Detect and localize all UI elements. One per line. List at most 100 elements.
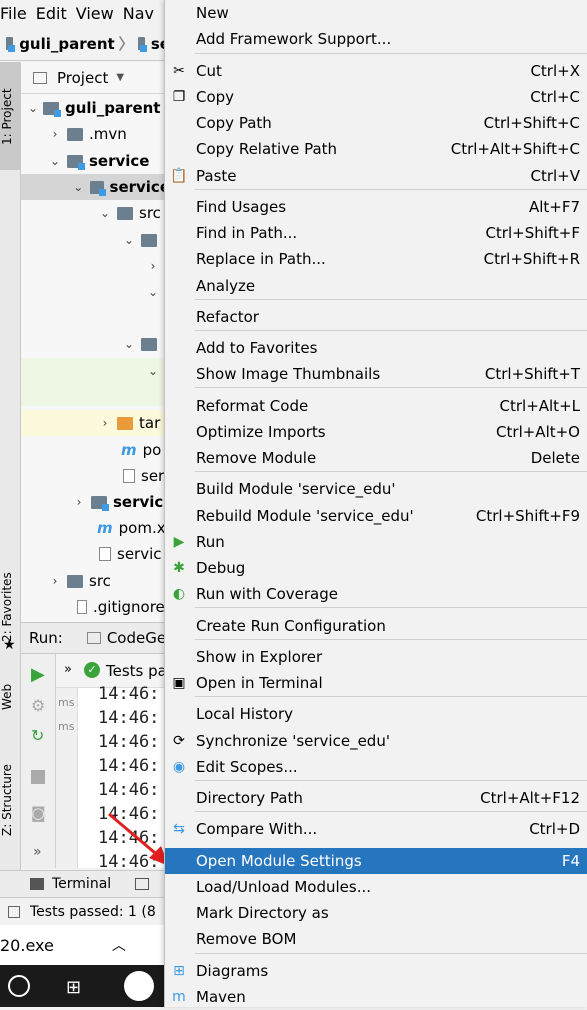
- search-circle-icon[interactable]: [8, 975, 30, 997]
- menu-item-edit-scopes[interactable]: ◉ Edit Scopes...: [165, 754, 587, 780]
- tab-web[interactable]: Web: [0, 677, 21, 717]
- console-line: 14:46:: [98, 756, 160, 776]
- menu-item-copy-relative-path[interactable]: Copy Relative Path Ctrl+Alt+Shift+C: [165, 136, 587, 162]
- download-file-name[interactable]: 20.exe: [0, 936, 54, 955]
- menu-item-copy[interactable]: ❐ Copy Ctrl+C: [165, 84, 587, 110]
- debug-icon[interactable]: ⚙: [31, 696, 45, 715]
- more-icon[interactable]: »: [33, 844, 42, 860]
- menu-item-label: Reformat Code: [196, 397, 309, 415]
- menu-item-new[interactable]: New›: [165, 0, 587, 26]
- menu-item-add-to-favorites[interactable]: Add to Favorites›: [165, 335, 587, 361]
- status-icon[interactable]: [8, 905, 20, 918]
- task-view-icon[interactable]: ⊞: [66, 977, 81, 998]
- debug-icon: ✱: [173, 560, 185, 576]
- menu-item-load-unload-modules[interactable]: Load/Unload Modules...: [165, 874, 587, 900]
- menu-item-label: Run with Coverage: [196, 585, 338, 603]
- menu-item-paste[interactable]: 📋 Paste Ctrl+V: [165, 163, 587, 189]
- menu-item-label: Directory Path: [196, 789, 303, 807]
- tree-row-highlight[interactable]: ⌄: [21, 358, 170, 406]
- menu-item-run[interactable]: ▶Run›: [165, 529, 587, 555]
- stop-icon[interactable]: [31, 770, 45, 784]
- tree-row[interactable]: m pom.x: [21, 515, 170, 541]
- tree-row[interactable]: ⌄ guli_parent: [21, 95, 170, 121]
- module-folder-icon: [6, 37, 16, 52]
- duration-gutter: [56, 688, 78, 868]
- menu-item-refactor[interactable]: Refactor›: [165, 304, 587, 330]
- project-title[interactable]: Project: [57, 69, 108, 87]
- chevron-right-icon: 〉: [118, 35, 134, 53]
- run-tab[interactable]: CodeGe: [107, 629, 166, 647]
- tree-row[interactable]: ⌄: [21, 331, 170, 357]
- tree-row[interactable]: ⌄ service: [21, 148, 170, 174]
- tree-row[interactable]: › servic: [21, 489, 170, 515]
- menu-item-shortcut: Delete: [530, 449, 580, 467]
- tree-row[interactable]: ser: [21, 463, 170, 489]
- menu-item-cut[interactable]: ✂ Cut Ctrl+X: [165, 58, 587, 84]
- tree-row[interactable]: servic: [21, 541, 170, 567]
- menu-item-compare-with[interactable]: ⇆ Compare With... Ctrl+D: [165, 816, 587, 842]
- tree-row[interactable]: ›: [21, 253, 170, 279]
- menu-item-maven[interactable]: mMaven›: [165, 984, 587, 1010]
- tree-row[interactable]: › .mvn: [21, 121, 170, 147]
- menu-item-show-image-thumbnails[interactable]: Show Image Thumbnails Ctrl+Shift+T: [165, 361, 587, 387]
- menu-item-mark-directory-as[interactable]: Mark Directory as›: [165, 900, 587, 926]
- menu-item-directory-path[interactable]: Directory Path Ctrl+Alt+F12: [165, 785, 587, 811]
- menu-item-label: Mark Directory as: [196, 904, 329, 922]
- menu-item-show-in-explorer[interactable]: Show in Explorer: [165, 644, 587, 670]
- menu-item-remove-bom[interactable]: Remove BOM: [165, 926, 587, 952]
- menu-item-run-with-coverage[interactable]: ◐Run with Coverage›: [165, 581, 587, 607]
- breadcrumb-root[interactable]: guli_parent: [19, 35, 114, 53]
- menu-item-build-module-service-edu[interactable]: Build Module 'service_edu': [165, 476, 587, 502]
- menu-item-copy-path[interactable]: Copy Path Ctrl+Shift+C: [165, 110, 587, 136]
- menu-item-label: Find in Path...: [196, 224, 298, 242]
- menu-item-analyze[interactable]: Analyze›: [165, 273, 587, 299]
- tree-row[interactable]: ⌄: [21, 227, 170, 253]
- menu-item-reformat-code[interactable]: Reformat Code Ctrl+Alt+L: [165, 393, 587, 419]
- menu-separator: [195, 811, 587, 812]
- menu-item-synchronize-service-edu[interactable]: ⟳ Synchronize 'service_edu': [165, 728, 587, 754]
- menu-item-shortcut: Ctrl+Shift+T: [484, 365, 580, 383]
- tree-row[interactable]: m po: [21, 437, 170, 463]
- menu-item-label: Optimize Imports: [196, 423, 326, 441]
- menu-item-open-module-settings[interactable]: Open Module Settings F4: [165, 848, 587, 874]
- rerun-failed-icon[interactable]: ↻: [31, 726, 44, 745]
- menu-item-debug[interactable]: ✱Debug›: [165, 555, 587, 581]
- app-icon[interactable]: [124, 971, 154, 1001]
- menu-item-optimize-imports[interactable]: Optimize Imports Ctrl+Alt+O: [165, 419, 587, 445]
- tree-row-selected[interactable]: ⌄ service: [21, 174, 170, 200]
- menu-edit[interactable]: Edit: [36, 4, 76, 23]
- chevron-up-icon[interactable]: ︿: [112, 935, 126, 955]
- menu-item-local-history[interactable]: Local History›: [165, 701, 587, 727]
- menu-item-add-framework-support[interactable]: Add Framework Support...: [165, 26, 587, 52]
- menu-item-remove-module[interactable]: Remove Module Delete: [165, 445, 587, 471]
- dropdown-icon[interactable]: ▼: [116, 72, 124, 83]
- tree-row[interactable]: ⌄ src: [21, 200, 170, 226]
- menu-item-find-in-path[interactable]: Find in Path... Ctrl+Shift+F: [165, 220, 587, 246]
- tree-row[interactable]: › src: [21, 568, 170, 594]
- tab-structure[interactable]: Z: Structure: [0, 760, 21, 840]
- tree-row[interactable]: .gitignore: [21, 594, 170, 620]
- rerun-icon[interactable]: ▶: [31, 664, 45, 685]
- menu-view[interactable]: View: [76, 4, 123, 23]
- expand-icon[interactable]: »: [64, 662, 72, 677]
- java-enterprise-icon[interactable]: [135, 878, 150, 890]
- tab-project[interactable]: 1: Project: [0, 72, 21, 162]
- menu-item-rebuild-module-service-edu[interactable]: Rebuild Module 'service_edu' Ctrl+Shift+F…: [165, 503, 587, 529]
- menu-navigate[interactable]: Nav: [123, 4, 163, 23]
- menu-item-replace-in-path[interactable]: Replace in Path... Ctrl+Shift+R: [165, 246, 587, 272]
- terminal-icon: [30, 878, 44, 890]
- menu-item-find-usages[interactable]: Find Usages Alt+F7: [165, 194, 587, 220]
- tab-terminal[interactable]: Terminal: [52, 876, 111, 892]
- diagram-icon: ⊞: [173, 963, 185, 979]
- menu-item-open-in-terminal[interactable]: ▣ Open in Terminal: [165, 670, 587, 696]
- menu-file[interactable]: File: [0, 4, 36, 23]
- tree-row[interactable]: ⌄: [21, 279, 170, 305]
- breadcrumb: guli_parent 〉 se: [0, 27, 170, 61]
- menu-separator: [195, 471, 587, 472]
- camera-icon[interactable]: ◙: [31, 804, 46, 822]
- menu-item-create-run-configuration[interactable]: Create Run Configuration›: [165, 613, 587, 639]
- menu-item-diagrams[interactable]: ⊞Diagrams›: [165, 958, 587, 984]
- menu-item-label: Copy Path: [196, 114, 272, 132]
- scissors-icon: ✂: [173, 63, 185, 79]
- tree-row[interactable]: › tar: [21, 410, 170, 436]
